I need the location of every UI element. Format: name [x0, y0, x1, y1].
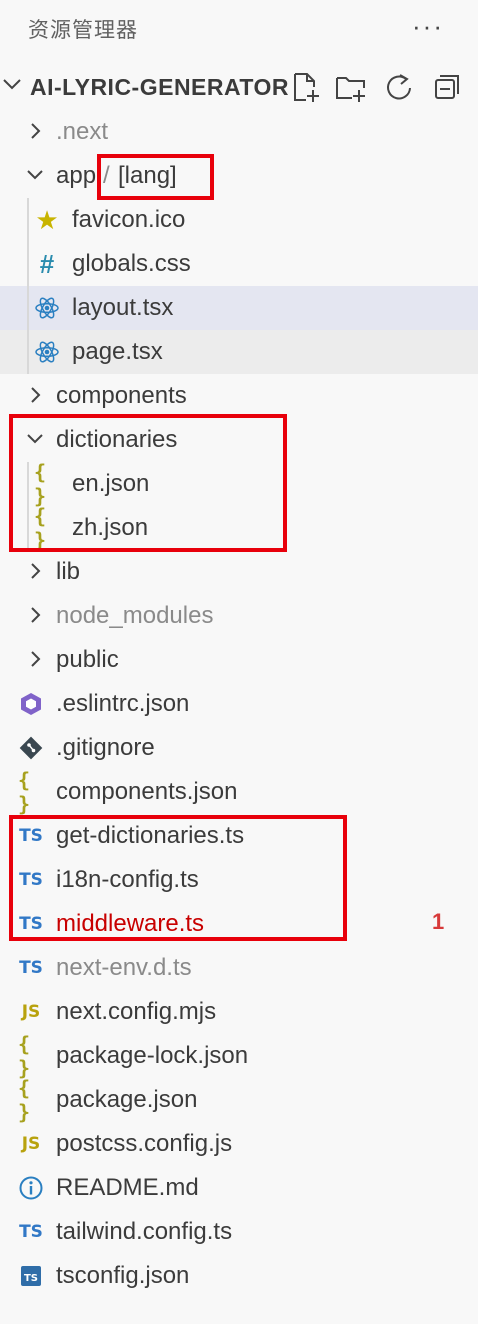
tree-item-label: .eslintrc.json	[56, 690, 190, 717]
explorer-header: 资源管理器 ···	[0, 0, 478, 58]
indent-guide-app	[27, 198, 29, 374]
highlight-lang	[97, 154, 214, 200]
tree-item-label: globals.css	[72, 250, 191, 277]
collapse-all-icon[interactable]	[430, 70, 464, 104]
tree-file-row[interactable]: layout.tsx	[0, 286, 478, 330]
tree-item-label: components	[56, 382, 187, 409]
json-icon: { }	[18, 1076, 31, 1124]
tree-item-label: page.tsx	[72, 338, 163, 365]
explorer-title: 资源管理器	[28, 19, 138, 42]
problem-count-badge: 1	[432, 909, 445, 934]
tsconfig-icon: TS	[21, 1266, 41, 1286]
tree-item-label: next-env.d.ts	[56, 954, 192, 981]
tree-folder-row[interactable]: app / [lang]	[0, 154, 478, 198]
tree-file-row[interactable]: page.tsx	[0, 330, 478, 374]
ts-icon: TS	[19, 958, 43, 978]
tree-item-label: next.config.mjs	[56, 998, 217, 1025]
tree-file-row[interactable]: { } package.json	[0, 1076, 478, 1124]
tree-item-label: tailwind.config.ts	[56, 1218, 233, 1245]
tree-item-label: node_modules	[56, 602, 214, 629]
new-folder-icon[interactable]	[334, 70, 368, 104]
tree-item-label: layout.tsx	[72, 294, 174, 321]
tree-file-row[interactable]: .eslintrc.json	[0, 682, 478, 726]
tree-item-label: postcss.config.js	[56, 1130, 233, 1157]
tree-file-row[interactable]: { } package-lock.json	[0, 1032, 478, 1080]
hash-icon: #	[39, 248, 55, 279]
tree-folder-row[interactable]: components	[0, 374, 478, 418]
new-file-icon[interactable]	[288, 70, 322, 104]
chevron-right-icon[interactable]	[26, 122, 44, 140]
react-icon	[35, 341, 59, 363]
chevron-down-icon	[3, 79, 21, 90]
tree-file-row[interactable]: .gitignore	[0, 726, 478, 770]
more-icon[interactable]: ···	[412, 13, 444, 39]
chevron-right-icon[interactable]	[26, 386, 44, 404]
tree-file-row[interactable]: TS tsconfig.json	[0, 1254, 478, 1298]
json-icon: { }	[18, 1032, 31, 1080]
tree-item-label: favicon.ico	[72, 206, 186, 233]
tree-item-label: package.json	[56, 1086, 198, 1113]
git-icon	[19, 736, 43, 760]
tree-item-label: app	[56, 162, 97, 189]
chevron-right-icon[interactable]	[26, 650, 44, 668]
js-icon: JS	[21, 1134, 41, 1154]
tree-item-label: tsconfig.json	[56, 1262, 190, 1289]
info-icon	[19, 1176, 43, 1200]
tree-file-row[interactable]: { } components.json	[0, 768, 478, 816]
json-icon: { }	[18, 768, 31, 816]
ts-icon: TS	[19, 1222, 43, 1242]
chevron-down-icon[interactable]	[26, 166, 44, 184]
tree-folder-row[interactable]: node_modules	[0, 594, 478, 638]
eslint-icon	[21, 693, 41, 715]
tree-file-row[interactable]: JS postcss.config.js	[0, 1122, 478, 1166]
js-icon: JS	[21, 1002, 41, 1022]
highlight-ts-files	[9, 815, 347, 941]
chevron-right-icon[interactable]	[26, 606, 44, 624]
tree-item-label: .next	[56, 118, 109, 145]
star-icon: ★	[35, 204, 59, 235]
tree-item-label: components.json	[56, 778, 238, 805]
svg-text:TS: TS	[24, 1273, 38, 1284]
tree-file-row[interactable]: JS next.config.mjs	[0, 990, 478, 1034]
tree-item-label: package-lock.json	[56, 1042, 249, 1069]
tree-item-label: public	[56, 646, 119, 673]
refresh-icon[interactable]	[382, 70, 416, 104]
highlight-dictionaries	[9, 414, 287, 552]
tree-item-label: .gitignore	[56, 734, 155, 761]
tree-file-row[interactable]: TS next-env.d.ts	[0, 946, 478, 990]
tree-file-row[interactable]: TS tailwind.config.ts	[0, 1210, 478, 1254]
chevron-right-icon[interactable]	[26, 562, 44, 580]
tree-file-row[interactable]: ★ favicon.ico	[0, 198, 478, 242]
tree-file-row[interactable]: # globals.css	[0, 242, 478, 286]
tree-folder-row[interactable]: public	[0, 638, 478, 682]
project-header[interactable]: AI-LYRIC-GENERATOR	[0, 64, 478, 108]
tree-item-label: README.md	[56, 1174, 199, 1201]
tree-folder-row[interactable]: lib	[0, 550, 478, 594]
tree-item-label: lib	[56, 558, 81, 585]
react-icon	[35, 297, 59, 319]
project-title: AI-LYRIC-GENERATOR	[30, 74, 290, 100]
tree-folder-row[interactable]: .next	[0, 110, 478, 154]
tree-file-row[interactable]: README.md	[0, 1166, 478, 1210]
